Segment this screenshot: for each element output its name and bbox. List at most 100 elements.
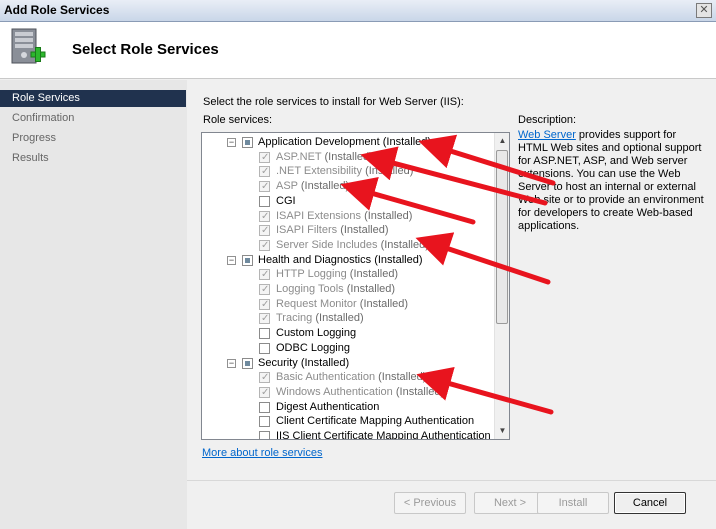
installed-status: (Installed) [349, 268, 399, 281]
close-button[interactable]: ✕ [696, 3, 712, 18]
tree-item-row[interactable]: Custom Logging [202, 326, 492, 341]
step-label: Confirmation [12, 112, 75, 124]
more-about-role-services-link[interactable]: More about role services [202, 447, 322, 459]
checkbox[interactable] [259, 416, 270, 428]
tree-item-label: ISAPI Extensions (Installed) [276, 209, 412, 224]
installed-status: (Installed) [324, 150, 373, 163]
tree-item-row[interactable]: HTTP Logging (Installed) [202, 267, 492, 282]
role-service-name: Server Side Includes [276, 238, 378, 251]
tree-category-row[interactable]: − Security (Installed) [202, 356, 492, 371]
tree-item-row[interactable]: IIS Client Certificate Mapping Authentic… [202, 429, 492, 440]
installed-status: (Installed) [340, 224, 389, 237]
tree-item-label: ISAPI Filters (Installed) [276, 223, 388, 238]
role-service-name: ISAPI Filters [276, 224, 338, 237]
checkbox[interactable] [259, 342, 270, 354]
step-label: Role Services [12, 92, 80, 104]
checkbox[interactable] [259, 328, 270, 340]
tree-item-label: ASP (Installed) [276, 179, 349, 194]
step-results[interactable]: Results [0, 150, 186, 167]
collapse-icon[interactable]: − [227, 138, 236, 147]
step-progress[interactable]: Progress [0, 130, 186, 147]
tree-item-label: Request Monitor (Installed) [276, 297, 408, 312]
tree-category-row[interactable]: − Application Development (Installed) [202, 135, 492, 150]
tree-item-row[interactable]: Windows Authentication (Installed) [202, 385, 492, 400]
installed-status: (Installed) [346, 283, 396, 295]
installed-status: (Installed) [364, 209, 413, 222]
cancel-button[interactable]: Cancel [614, 492, 686, 514]
tree-item-label: Basic Authentication (Installed) [276, 370, 426, 385]
checkbox[interactable] [242, 137, 253, 148]
checkbox[interactable] [242, 254, 253, 266]
tree-item-row[interactable]: Logging Tools (Installed) [202, 282, 492, 297]
tree-item-label: CGI [276, 194, 296, 209]
tree-item-row[interactable]: ASP.NET (Installed) [202, 150, 492, 165]
tree-item-label: Server Side Includes (Installed) [276, 238, 429, 253]
previous-button[interactable]: < Previous [394, 492, 466, 514]
checkbox[interactable] [259, 195, 270, 207]
scroll-up-icon[interactable]: ▲ [496, 134, 509, 148]
checkbox [259, 311, 270, 326]
main-panel: Select the role services to install for … [187, 80, 716, 480]
installed-status: (Installed) [378, 371, 427, 384]
checkbox[interactable] [259, 401, 270, 413]
role-service-name: ASP.NET [276, 150, 322, 163]
tree-item-row[interactable]: ISAPI Extensions (Installed) [202, 209, 492, 224]
wizard-footer: < Previous Next > Install Cancel [187, 480, 716, 529]
tree-item-row[interactable]: Basic Authentication (Installed) [202, 370, 492, 385]
tree-item-row[interactable]: Server Side Includes (Installed) [202, 238, 492, 253]
checkbox [259, 282, 270, 297]
installed-status: (Installed) [365, 165, 414, 178]
step-role-services[interactable]: Role Services [0, 90, 186, 107]
role-service-name: Health and Diagnostics [258, 253, 372, 266]
tree-item-row[interactable]: Request Monitor (Installed) [202, 297, 492, 312]
collapse-icon[interactable]: − [227, 358, 236, 368]
scroll-down-icon[interactable]: ▼ [496, 424, 509, 438]
tree-item-label: ASP.NET (Installed) [276, 150, 373, 165]
tree-item-row[interactable]: CGI [202, 194, 492, 209]
role-services-label: Role services: [203, 114, 273, 126]
next-button[interactable]: Next > [474, 492, 546, 514]
tree-item-row[interactable]: Digest Authentication [202, 400, 492, 415]
tree-item-row[interactable]: Client Certificate Mapping Authenticatio… [202, 414, 492, 429]
tree-item-label: Windows Authentication (Installed) [276, 385, 444, 400]
tree-scrollbar[interactable]: ▲ ▼ [494, 133, 509, 439]
wizard-steps-sidebar: Role Services Confirmation Progress Resu… [0, 80, 187, 529]
checkbox[interactable] [242, 357, 253, 369]
tree-item-row[interactable]: ISAPI Filters (Installed) [202, 223, 492, 238]
checkbox [259, 150, 270, 165]
web-server-link[interactable]: Web Server [518, 129, 576, 141]
tree-item-row[interactable]: .NET Extensibility (Installed) [202, 164, 492, 179]
tree-item-label: .NET Extensibility (Installed) [276, 164, 413, 179]
tree-item-row[interactable]: ODBC Logging [202, 341, 492, 356]
checkbox [259, 297, 270, 312]
role-service-name: ODBC Logging [276, 341, 350, 354]
description-text: Web Server provides support for HTML Web… [518, 129, 708, 233]
role-service-name: Client Certificate Mapping Authenticatio… [276, 415, 475, 428]
wizard-header: Select Role Services [0, 22, 716, 79]
tree-item-label: Logging Tools (Installed) [276, 282, 395, 297]
checkbox [259, 370, 270, 385]
tree-category-row[interactable]: − Health and Diagnostics (Installed) [202, 253, 492, 268]
install-button[interactable]: Install [537, 492, 609, 514]
installed-status: (Installed) [374, 253, 423, 266]
tree-item-label: Custom Logging [276, 326, 356, 341]
tree-item-row[interactable]: Tracing (Installed) [202, 311, 492, 326]
installed-status: (Installed) [300, 356, 350, 369]
tree-item-label: Security (Installed) [258, 356, 349, 371]
step-confirmation[interactable]: Confirmation [0, 110, 186, 127]
step-label: Results [12, 152, 49, 164]
role-services-tree[interactable]: −Application Development (Installed)ASP.… [201, 132, 510, 440]
collapse-icon[interactable]: − [227, 255, 236, 265]
tree-item-label: IIS Client Certificate Mapping Authentic… [276, 429, 491, 440]
installed-status: (Installed) [395, 385, 445, 398]
checkbox [259, 179, 270, 194]
role-service-name: HTTP Logging [276, 268, 347, 281]
checkbox[interactable] [259, 431, 270, 439]
installed-status: (Installed) [300, 180, 350, 193]
tree-item-label: Health and Diagnostics (Installed) [258, 253, 422, 268]
role-service-name: IIS Client Certificate Mapping Authentic… [276, 430, 491, 440]
role-service-name: Custom Logging [276, 327, 357, 340]
role-service-name: Windows Authentication [276, 385, 393, 398]
tree-item-row[interactable]: ASP (Installed) [202, 179, 492, 194]
scrollbar-thumb[interactable] [496, 150, 508, 324]
